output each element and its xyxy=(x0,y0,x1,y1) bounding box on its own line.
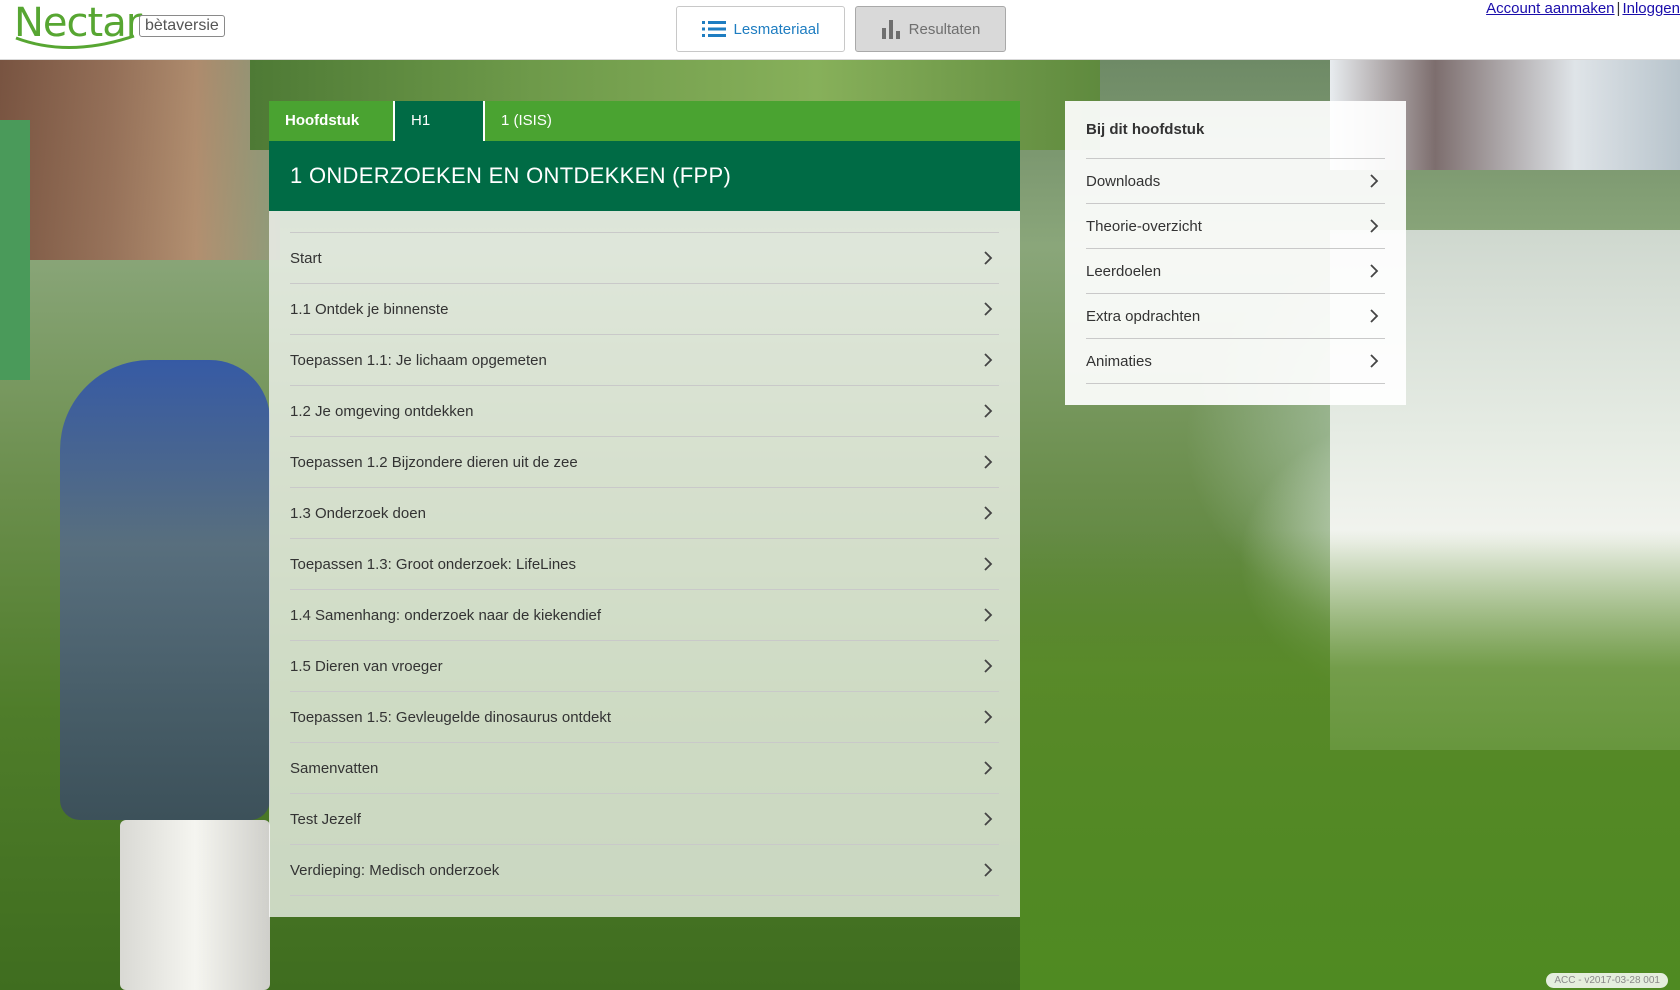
chevron-right-icon xyxy=(984,812,993,826)
list-item[interactable]: 1.2 Je omgeving ontdekken xyxy=(290,386,999,437)
beta-badge: bètaversie xyxy=(139,15,225,37)
chevron-right-icon xyxy=(984,761,993,775)
list-item[interactable]: 1.3 Onderzoek doen xyxy=(290,488,999,539)
lesmateriaal-button[interactable]: Lesmateriaal xyxy=(676,6,845,52)
bg-bucket xyxy=(120,820,270,990)
list-item-label: 1.5 Dieren van vroeger xyxy=(290,657,443,675)
side-panel-title: Bij dit hoofdstuk xyxy=(1086,121,1205,138)
list-item-label: 1.1 Ontdek je binnenste xyxy=(290,300,449,318)
chevron-right-icon xyxy=(984,608,993,622)
chevron-right-icon xyxy=(1370,264,1379,278)
chevron-right-icon xyxy=(984,863,993,877)
resultaten-button[interactable]: Resultaten xyxy=(855,6,1006,52)
list-item-label: 1.4 Samenhang: onderzoek naar de kiekend… xyxy=(290,606,602,624)
list-item[interactable]: Toepassen 1.5: Gevleugelde dinosaurus on… xyxy=(290,692,999,743)
list-item-label: 1.3 Onderzoek doen xyxy=(290,504,426,522)
bg-green-object xyxy=(0,120,30,380)
chevron-right-icon xyxy=(1370,174,1379,188)
chapter-title: 1 ONDERZOEKEN EN ONTDEKKEN (FPP) xyxy=(269,141,1020,211)
list-item-label: Verdieping: Medisch onderzoek xyxy=(290,861,500,879)
resultaten-label: Resultaten xyxy=(908,20,981,38)
chevron-right-icon xyxy=(984,506,993,520)
side-item-animaties[interactable]: Animaties xyxy=(1086,339,1385,384)
list-item-label: Toepassen 1.5: Gevleugelde dinosaurus on… xyxy=(290,708,612,726)
side-item-extra-opdrachten[interactable]: Extra opdrachten xyxy=(1086,294,1385,339)
chevron-right-icon xyxy=(1370,309,1379,323)
account-create-link[interactable]: Account aanmaken xyxy=(1486,0,1614,17)
list-item[interactable]: Samenvatten xyxy=(290,743,999,794)
chevron-right-icon xyxy=(984,404,993,418)
lesmateriaal-label: Lesmateriaal xyxy=(733,20,820,38)
list-item-label: Samenvatten xyxy=(290,759,379,777)
logo-swoosh-icon xyxy=(15,34,135,49)
list-item-label: Test Jezelf xyxy=(290,810,361,828)
chevron-right-icon xyxy=(1370,219,1379,233)
list-item-label: Start xyxy=(290,249,322,267)
side-item-label: Animaties xyxy=(1086,352,1152,370)
bg-buildings xyxy=(0,60,280,260)
side-item-leerdoelen[interactable]: Leerdoelen xyxy=(1086,249,1385,294)
side-item-list: Downloads Theorie-overzicht Leerdoelen E… xyxy=(1086,158,1385,384)
version-label: ACC - v2017-03-28 001 xyxy=(1546,973,1668,988)
tab-bar: Hoofdstuk H1 (FPP) 1 (ISIS) xyxy=(269,101,1020,169)
list-item-label: 1.2 Je omgeving ontdekken xyxy=(290,402,474,420)
list-item-label: Toepassen 1.2 Bijzondere dieren uit de z… xyxy=(290,453,578,471)
tab-1-isis[interactable]: 1 (ISIS) xyxy=(485,101,568,141)
side-panel: Bij dit hoofdstuk Downloads Theorie-over… xyxy=(1065,101,1406,405)
side-item-label: Theorie-overzicht xyxy=(1086,217,1202,235)
list-item-label: Toepassen 1.3: Groot onderzoek: LifeLine… xyxy=(290,555,577,573)
bar-chart-icon xyxy=(881,20,900,39)
list-item[interactable]: Verdieping: Medisch onderzoek xyxy=(290,845,999,896)
side-item-label: Extra opdrachten xyxy=(1086,307,1201,325)
list-item-label: Toepassen 1.1: Je lichaam opgemeten xyxy=(290,351,547,369)
side-item-theorie-overzicht[interactable]: Theorie-overzicht xyxy=(1086,204,1385,249)
list-item[interactable]: 1.4 Samenhang: onderzoek naar de kiekend… xyxy=(290,590,999,641)
chevron-right-icon xyxy=(1370,354,1379,368)
list-item[interactable]: Toepassen 1.3: Groot onderzoek: LifeLine… xyxy=(290,539,999,590)
side-item-label: Downloads xyxy=(1086,172,1161,190)
nectar-logo[interactable]: Nectar xyxy=(14,0,142,52)
list-item[interactable]: 1.1 Ontdek je binnenste xyxy=(290,284,999,335)
list-item[interactable]: Start xyxy=(290,233,999,284)
chapter-panel: Hoofdstuk H1 (FPP) 1 (ISIS) 1 ONDERZOEKE… xyxy=(269,101,1020,917)
login-link[interactable]: Inloggen xyxy=(1622,0,1680,17)
chapter-item-list: Start 1.1 Ontdek je binnenste Toepassen … xyxy=(290,232,999,896)
list-icon xyxy=(701,21,726,37)
account-links: Account aanmaken | Inloggen xyxy=(1486,0,1680,17)
tab-h1-fpp[interactable]: H1 (FPP) xyxy=(395,101,485,169)
chevron-right-icon xyxy=(984,455,993,469)
bg-person xyxy=(60,360,270,820)
chevron-right-icon xyxy=(984,353,993,367)
tab-hoofdstuk[interactable]: Hoofdstuk xyxy=(269,101,395,141)
list-item[interactable]: Test Jezelf xyxy=(290,794,999,845)
list-item[interactable]: Toepassen 1.1: Je lichaam opgemeten xyxy=(290,335,999,386)
side-item-downloads[interactable]: Downloads xyxy=(1086,159,1385,204)
chevron-right-icon xyxy=(984,659,993,673)
bg-grass xyxy=(1020,530,1680,990)
list-item[interactable]: 1.5 Dieren van vroeger xyxy=(290,641,999,692)
side-item-label: Leerdoelen xyxy=(1086,262,1162,280)
top-header: Nectar bètaversie Lesmateriaal Resultate… xyxy=(0,0,1680,60)
chevron-right-icon xyxy=(984,302,993,316)
chevron-right-icon xyxy=(984,710,993,724)
chevron-right-icon xyxy=(984,251,993,265)
chevron-right-icon xyxy=(984,557,993,571)
list-item[interactable]: Toepassen 1.2 Bijzondere dieren uit de z… xyxy=(290,437,999,488)
